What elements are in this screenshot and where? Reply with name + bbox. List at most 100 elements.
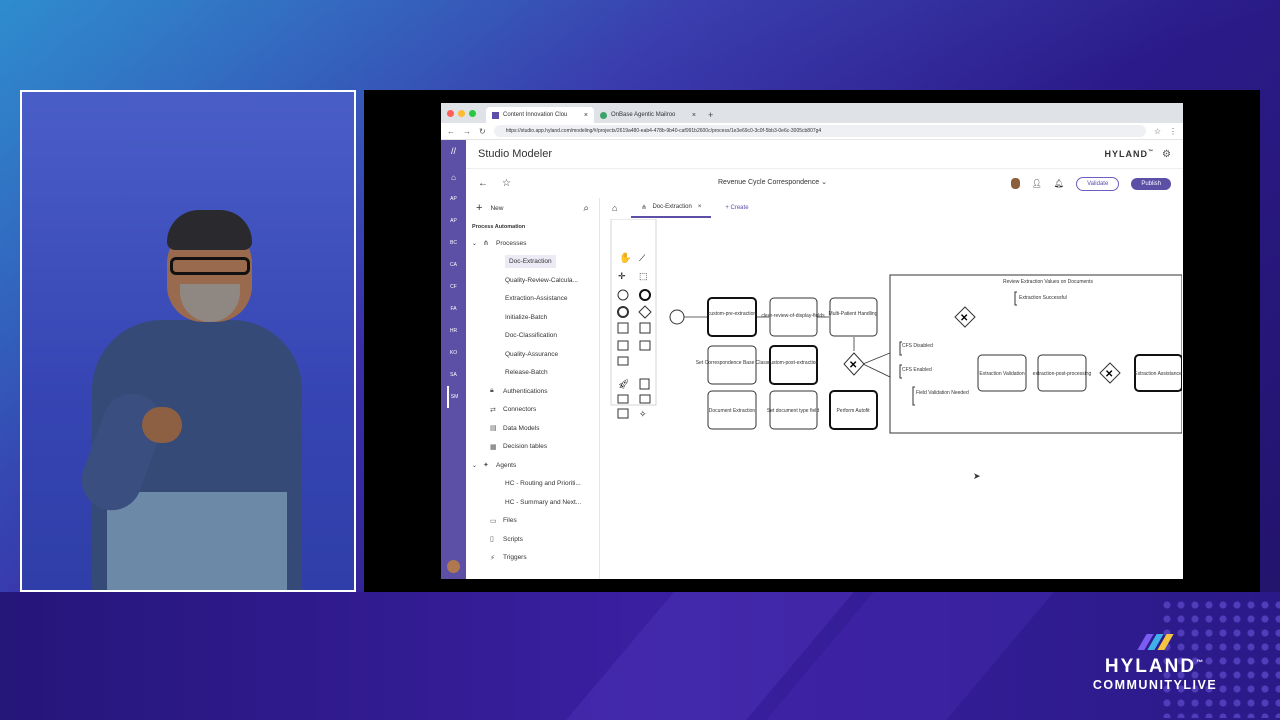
favorite-star-icon[interactable]: ☆ [502,178,511,189]
minimize-window-button[interactable] [458,109,465,117]
url-field[interactable]: https://studio.app.hyland.com/modeling/#… [493,125,1146,137]
close-tab-icon[interactable]: × [692,112,696,119]
notification-bell-icon[interactable]: 🔔︎ [1054,179,1064,188]
browser-tab[interactable]: OnBase Agentic Mailroo × [594,107,702,123]
task-label: Multi-Patient Handling [829,311,878,317]
home-icon[interactable]: ⌂ [451,166,456,188]
task-label: Extraction Assistance [1134,371,1182,377]
tree-folder-item[interactable]: ⌄ ✦ Agents [466,456,599,475]
folder-icon: ▭ [490,517,497,525]
tree-leaf-item[interactable]: HC - Summary and Next... [466,493,599,512]
rail-item[interactable]: SA [447,364,461,386]
create-tab-button[interactable]: + Create [725,205,748,211]
validate-button[interactable]: Validate [1076,176,1120,191]
subprocess-title: Review Extraction Values on Documents [1003,279,1093,285]
publish-button[interactable]: Publish [1131,177,1171,190]
rail-item[interactable]: SM [446,386,461,408]
tree-item-label: Release-Batch [505,369,548,377]
task-label: clear-review-of-display-fields [761,313,825,319]
lasso-tool-icon[interactable]: ⬚ [639,271,648,281]
main-area: Studio Modeler HYLAND™ ⚙ ← ☆ Revenue Cyc… [466,140,1183,579]
search-icon[interactable]: ⌕ [583,203,589,214]
rail-item[interactable]: AP [447,188,461,210]
speaker-glasses [170,257,250,275]
bookmark-star-icon[interactable]: ☆ [1154,127,1161,136]
tree-folder-item[interactable]: 🔒︎ Authentications [466,382,599,401]
tree-item-label: Scripts [503,535,523,543]
left-rail: // ⌂ AP AP BC CA CF FA HR KO SA SM [441,140,466,579]
close-window-button[interactable] [447,109,454,117]
tree-leaf-item[interactable]: HC - Routing and Prioriti... [466,475,599,494]
rocket-icon[interactable]: 🚀︎ [618,379,629,389]
process-title[interactable]: Revenue Cycle Correspondence ⌄ [718,178,827,186]
tree-leaf-item[interactable]: Quality-Assurance [466,345,599,364]
tree-folder-item[interactable]: ⇄ Connectors [466,401,599,420]
tree-folder-item[interactable]: ⌄ ⋔ Processes [466,234,599,253]
connect-tool-icon[interactable]: ⟋ [639,253,646,263]
new-tab-button[interactable]: + [702,107,719,123]
chevron-down-icon[interactable]: ⌄ [472,462,478,469]
tree-item-label: Decision tables [503,443,548,451]
task-label: custom-pre-extraction [708,311,757,317]
tree-folder-item[interactable]: ⚡︎ Triggers [466,549,599,568]
browser-tab-label: Content Innovation Clou [503,112,568,118]
new-button[interactable]: New [490,205,503,212]
user-avatar[interactable] [447,560,460,573]
script-icon: ▯ [490,536,494,544]
tree-folder-item[interactable]: ▦ Decision tables [466,438,599,457]
tree-item-label: Quality-Review-Calcula... [505,276,578,284]
browser-menu-icon[interactable]: ⋮ [1169,127,1177,136]
collaborator-avatar [1010,178,1020,189]
tree-folder-item[interactable]: ▯ Scripts [466,530,599,549]
app-logo-icon[interactable]: // [451,146,456,166]
exclusive-gateway[interactable]: ✕ [843,352,865,376]
tree-leaf-item[interactable]: Release-Batch [466,364,599,383]
tree-leaf-item[interactable]: Extraction-Assistance [466,290,599,309]
task-custom-pre-extraction[interactable] [707,297,757,337]
tree-item-label: Initialize-Batch [505,313,548,321]
rail-item[interactable]: HR [447,320,461,342]
reload-icon[interactable]: ↻ [479,127,486,136]
task-multi-patient[interactable] [829,297,878,337]
back-arrow-icon[interactable]: ← [447,127,455,136]
speaker-video [20,90,356,592]
tree-leaf-item[interactable]: Quality-Review-Calcula... [466,271,599,290]
browser-tab[interactable]: Content Innovation Clou × [486,107,594,123]
plus-icon[interactable]: + [476,202,482,214]
tab-doc-extraction[interactable]: ⋔ Doc-Extraction × [631,198,712,218]
rail-item[interactable]: KO [447,342,461,364]
ai-sparkle-icon[interactable]: ✧ [639,409,647,419]
back-arrow-icon[interactable]: ← [478,178,488,189]
tree-folder-item[interactable]: ▤ Data Models [466,419,599,438]
hand-tool-icon[interactable]: ✋ [619,251,631,264]
rail-item[interactable]: BC [447,232,461,254]
space-tool-icon[interactable]: ✛ [618,271,626,281]
user-icon[interactable]: 👤︎ [1032,179,1042,188]
start-event[interactable] [669,309,685,325]
address-bar-row: ← → ↻ https://studio.app.hyland.com/mode… [441,123,1183,140]
maximize-window-button[interactable] [469,109,476,117]
tree-leaf-item[interactable]: Doc-Extraction [466,253,599,272]
table-icon: ▦ [490,443,497,451]
chevron-down-icon[interactable]: ⌄ [472,240,478,247]
rail-item[interactable]: CA [447,254,461,276]
x-icon: ✕ [849,360,857,371]
rail-item[interactable]: FA [447,298,461,320]
tree-leaf-item[interactable]: Doc-Classification [466,327,599,346]
tree-folder-item[interactable]: ▭ Files [466,512,599,531]
forward-arrow-icon[interactable]: → [463,127,471,136]
rail-item[interactable]: AP [447,210,461,232]
home-icon[interactable]: ⌂ [612,203,617,213]
tree-item-label: Authentications [503,387,548,395]
app-title: Studio Modeler [478,148,552,160]
chevron-down-icon: ⌄ [821,179,827,186]
bpmn-canvas[interactable]: ⌂ ⋔ Doc-Extraction × + Create ✋ ⟋ ✛ ⬚ 🚀︎… [600,198,1183,579]
script-task-icon[interactable] [617,408,629,419]
tree-leaf-item[interactable]: Initialize-Batch [466,308,599,327]
rail-item[interactable]: CF [447,276,461,298]
settings-gear-icon[interactable]: ⚙ [1162,149,1171,160]
project-tree: + New ⌕ Process Automation ⌄ ⋔ Processes Do… [466,198,600,579]
close-tab-icon[interactable]: × [584,112,588,119]
close-tab-icon[interactable]: × [698,204,702,210]
annotation-field-validation: Field Validation Needed [916,390,969,396]
